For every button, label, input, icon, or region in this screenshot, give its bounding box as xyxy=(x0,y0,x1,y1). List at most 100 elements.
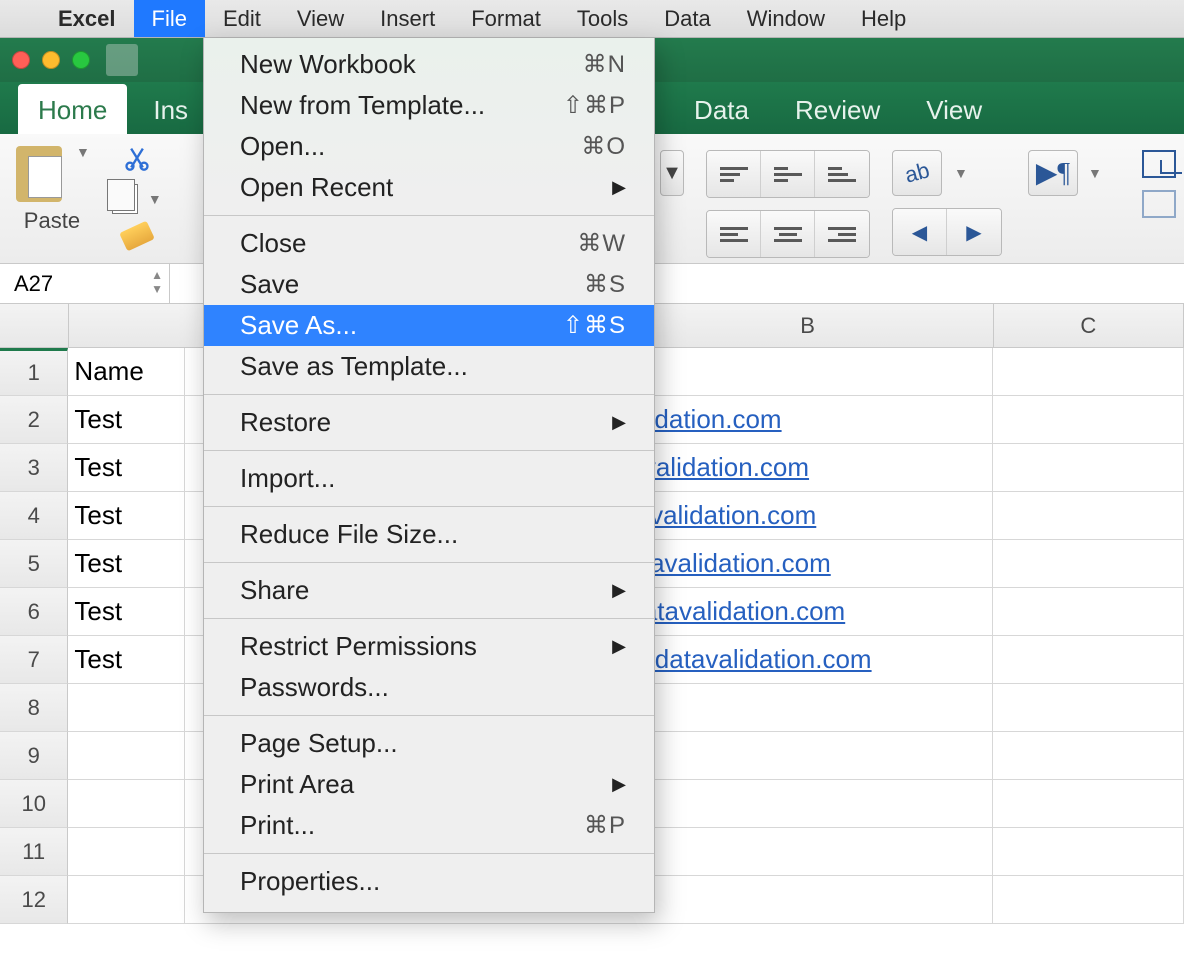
file-menu-item[interactable]: Restore▶ xyxy=(204,402,654,443)
file-menu-item[interactable]: Open...⌘O xyxy=(204,126,654,167)
cell[interactable]: Test xyxy=(68,444,185,492)
file-menu-item[interactable]: Save⌘S xyxy=(204,264,654,305)
minimize-window-icon[interactable] xyxy=(42,51,60,69)
quick-access-save-icon[interactable] xyxy=(106,44,138,76)
menubar-edit[interactable]: Edit xyxy=(205,0,279,37)
menubar-app[interactable]: Excel xyxy=(40,0,134,37)
wrap-text-button[interactable]: Wra xyxy=(1142,150,1184,178)
ribbon-tab-data[interactable]: Data xyxy=(674,85,769,134)
cell[interactable]: Test xyxy=(68,636,185,684)
file-menu-item[interactable]: Close⌘W xyxy=(204,223,654,264)
cell[interactable]: avalidation.com xyxy=(622,444,993,492)
cell[interactable]: Test xyxy=(68,396,185,444)
cell[interactable] xyxy=(68,684,185,732)
name-box[interactable]: A27 ▲▼ xyxy=(0,264,170,303)
cell[interactable] xyxy=(622,876,993,924)
paragraph-direction-icon[interactable]: ▶¶ xyxy=(1028,150,1078,196)
cell[interactable] xyxy=(622,828,993,876)
align-bottom-icon[interactable] xyxy=(815,151,869,197)
cell[interactable]: Test xyxy=(68,540,185,588)
row-header[interactable]: 5 xyxy=(0,540,68,588)
menubar-view[interactable]: View xyxy=(279,0,362,37)
file-menu-item[interactable]: Save as Template... xyxy=(204,346,654,387)
row-header[interactable]: 4 xyxy=(0,492,68,540)
file-menu-item[interactable]: Print...⌘P xyxy=(204,805,654,846)
cell[interactable] xyxy=(993,444,1184,492)
ribbon-tab-home[interactable]: Home xyxy=(18,85,127,134)
row-header[interactable]: 3 xyxy=(0,444,68,492)
menubar-insert[interactable]: Insert xyxy=(362,0,453,37)
copy-icon[interactable] xyxy=(112,184,138,214)
cell[interactable] xyxy=(622,348,993,396)
column-header-b[interactable]: B xyxy=(622,304,993,348)
name-box-step-down-icon[interactable]: ▼ xyxy=(151,282,163,296)
cell[interactable]: Test xyxy=(68,588,185,636)
orientation-icon[interactable]: ab xyxy=(892,150,942,196)
row-header[interactable]: 9 xyxy=(0,732,68,780)
menubar-file[interactable]: File xyxy=(134,0,205,37)
select-all-corner[interactable] xyxy=(0,304,69,348)
name-box-step-up-icon[interactable]: ▲ xyxy=(151,268,163,282)
cell[interactable] xyxy=(68,732,185,780)
cell[interactable] xyxy=(993,636,1184,684)
orientation-dropdown-icon[interactable]: ▼ xyxy=(954,165,968,181)
menubar-window[interactable]: Window xyxy=(729,0,843,37)
file-menu-item[interactable]: Properties... xyxy=(204,861,654,902)
paste-icon[interactable] xyxy=(14,144,64,202)
row-header[interactable]: 7 xyxy=(0,636,68,684)
cell[interactable]: alidation.com xyxy=(622,396,993,444)
file-menu-item[interactable]: Save As...⇧⌘S xyxy=(204,305,654,346)
cut-icon[interactable] xyxy=(123,144,151,172)
cell[interactable] xyxy=(993,348,1184,396)
copy-dropdown-icon[interactable]: ▼ xyxy=(148,191,162,207)
file-menu-item[interactable]: Share▶ xyxy=(204,570,654,611)
zoom-window-icon[interactable] xyxy=(72,51,90,69)
merge-button[interactable]: Me xyxy=(1142,190,1184,218)
menubar-format[interactable]: Format xyxy=(453,0,559,37)
cell[interactable]: atavalidation.com xyxy=(622,540,993,588)
cell[interactable] xyxy=(993,780,1184,828)
ribbon-tab-review[interactable]: Review xyxy=(775,85,900,134)
cell[interactable] xyxy=(68,828,185,876)
align-right-icon[interactable] xyxy=(815,211,869,257)
cell[interactable]: tavalidation.com xyxy=(622,492,993,540)
align-left-icon[interactable] xyxy=(707,211,761,257)
close-window-icon[interactable] xyxy=(12,51,30,69)
cell[interactable] xyxy=(993,540,1184,588)
cell[interactable]: Test xyxy=(68,492,185,540)
file-menu-item[interactable]: Open Recent▶ xyxy=(204,167,654,208)
file-menu-item[interactable]: New Workbook⌘N xyxy=(204,44,654,85)
align-top-icon[interactable] xyxy=(707,151,761,197)
cell[interactable]: Name xyxy=(68,348,185,396)
cell[interactable] xyxy=(622,684,993,732)
cell[interactable] xyxy=(993,492,1184,540)
align-middle-icon[interactable] xyxy=(761,151,815,197)
file-menu-item[interactable]: Page Setup... xyxy=(204,723,654,764)
file-menu-item[interactable]: Reduce File Size... xyxy=(204,514,654,555)
cell[interactable] xyxy=(68,780,185,828)
row-header[interactable]: 10 xyxy=(0,780,68,828)
cell[interactable] xyxy=(993,732,1184,780)
format-painter-icon[interactable] xyxy=(119,221,155,252)
ribbon-tab-insert[interactable]: Ins xyxy=(133,85,208,134)
cell[interactable]: @datavalidation.com xyxy=(622,636,993,684)
file-menu-item[interactable]: Print Area▶ xyxy=(204,764,654,805)
increase-indent-icon[interactable]: ▶ xyxy=(947,209,1001,255)
decrease-indent-icon[interactable]: ◀ xyxy=(893,209,947,255)
file-menu-item[interactable]: Restrict Permissions▶ xyxy=(204,626,654,667)
row-header[interactable]: 8 xyxy=(0,684,68,732)
cell[interactable] xyxy=(622,732,993,780)
row-header[interactable]: 12 xyxy=(0,876,68,924)
row-header[interactable]: 1 xyxy=(0,348,68,396)
menubar-tools[interactable]: Tools xyxy=(559,0,646,37)
paragraph-direction-dropdown-icon[interactable]: ▼ xyxy=(1088,165,1102,181)
cell[interactable] xyxy=(68,876,185,924)
paste-dropdown-icon[interactable]: ▼ xyxy=(76,144,90,160)
file-menu-item[interactable]: New from Template...⇧⌘P xyxy=(204,85,654,126)
cell[interactable] xyxy=(993,588,1184,636)
cell[interactable] xyxy=(993,828,1184,876)
align-center-icon[interactable] xyxy=(761,211,815,257)
file-menu-item[interactable]: Import... xyxy=(204,458,654,499)
cell[interactable] xyxy=(993,396,1184,444)
file-menu-item[interactable]: Passwords... xyxy=(204,667,654,708)
